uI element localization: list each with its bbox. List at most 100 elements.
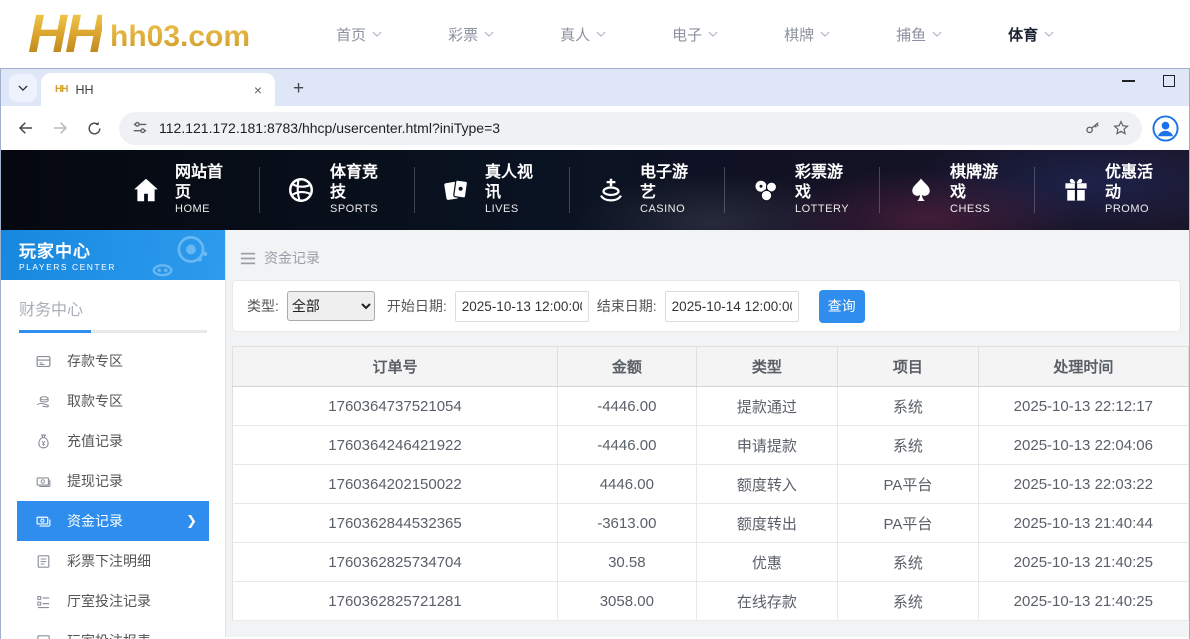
cell-type: 额度转出 [696,504,837,543]
bookmark-star-icon[interactable] [1112,119,1130,137]
url-text[interactable]: 112.121.172.181:8783/hhcp/usercenter.htm… [159,120,1074,136]
table-row: 176036282573470430.58优惠系统2025-10-13 21:4… [233,543,1189,582]
casino-nav-label-zh: 优惠活动 [1105,163,1163,203]
cell-processed-time: 2025-10-13 21:40:44 [978,504,1188,543]
profile-avatar-icon[interactable] [1152,115,1179,142]
cell-type: 优惠 [696,543,837,582]
cell-processed-time: 2025-10-13 22:12:17 [978,387,1188,426]
site-info-icon[interactable] [131,119,149,137]
casino-nav-label-zh: 真人视讯 [485,163,543,203]
playing-cards-icon [441,175,471,205]
sidebar-item[interactable]: 厅室投注记录 ❯ [1,581,225,621]
table-header-cell: 类型 [696,347,837,387]
sidebar-item-label: 存款专区 [67,351,123,371]
site-header: HH hh03.com 首页 彩票 真人 电子 棋牌 捕鱼 体育 [0,0,1190,68]
browser-tab[interactable]: HH HH × [41,73,275,106]
top-nav-label: 棋牌 [784,24,814,45]
new-tab-button[interactable]: + [285,78,312,100]
casino-nav-item[interactable]: 优惠活动 PROMO [1034,167,1189,213]
sidebar-item[interactable]: 取款专区 ❯ [1,381,225,421]
cell-amount: -3613.00 [558,504,697,543]
forward-icon[interactable] [45,113,75,143]
top-nav-item[interactable]: 彩票 [448,24,494,45]
cell-project: PA平台 [838,504,979,543]
cell-amount: 3058.00 [558,582,697,621]
type-select[interactable]: 全部 [287,291,375,321]
sidebar-item[interactable]: 资金记录 ❯ [17,501,209,541]
casino-nav-label-en: SPORTS [330,203,388,216]
tab-strip: HH HH × + [1,69,1189,106]
sidebar-item[interactable]: 玩家投注报表 ❯ [1,621,225,639]
breadcrumb-label: 资金记录 [264,248,320,268]
report-chart-icon [35,633,52,639]
casino-nav-label-en: LIVES [485,203,543,216]
top-nav-item[interactable]: 电子 [672,24,718,45]
cell-project: 系统 [838,543,979,582]
casino-nav-label-zh: 体育竞技 [330,163,388,203]
casino-nav-label-en: CASINO [640,203,698,216]
sidebar-item[interactable]: 彩票下注明细 ❯ [1,541,225,581]
list-icon [35,593,52,610]
sidebar-item-label: 彩票下注明细 [67,551,151,571]
top-nav-item[interactable]: 棋牌 [784,24,830,45]
password-key-icon[interactable] [1084,119,1102,137]
cell-processed-time: 2025-10-13 22:04:06 [978,426,1188,465]
window-maximize-button[interactable] [1163,75,1175,87]
table-row: 17603642021500224446.00额度转入PA平台2025-10-1… [233,465,1189,504]
cell-processed-time: 2025-10-13 21:40:25 [978,582,1188,621]
tab-search-button[interactable] [9,74,37,102]
chevron-right-icon: ❯ [186,513,197,529]
cell-order-number: 1760362825734704 [233,543,558,582]
address-bar[interactable]: 112.121.172.181:8783/hhcp/usercenter.htm… [119,112,1142,145]
sidebar-item[interactable]: 存款专区 ❯ [1,341,225,381]
sidebar-item-label: 资金记录 [67,511,123,531]
chevron-down-icon [708,29,718,39]
back-icon[interactable] [11,113,41,143]
cell-type: 申请提款 [696,426,837,465]
cell-order-number: 1760362825721281 [233,582,558,621]
top-nav-item[interactable]: 首页 [336,24,382,45]
cell-order-number: 1760364737521054 [233,387,558,426]
cell-project: 系统 [838,426,979,465]
window-controls [1122,75,1175,87]
sidebar-item[interactable]: 提现记录 ❯ [1,461,225,501]
cell-order-number: 1760362844532365 [233,504,558,543]
main-panel: 资金记录 类型: 全部 开始日期: 结束日期: 查询 订单号金额类型项目处理时间… [226,230,1189,637]
start-date-input[interactable] [455,291,589,322]
browser-toolbar: 112.121.172.181:8783/hhcp/usercenter.htm… [1,106,1189,150]
window-minimize-button[interactable] [1122,80,1135,82]
casino-nav-item[interactable]: 棋牌游戏 CHESS [879,167,1034,213]
browser-window: HH HH × + 112.121.172.181:8783/hhcp/user… [0,68,1190,639]
reload-icon[interactable] [79,113,109,143]
top-nav-label: 真人 [560,24,590,45]
end-date-input[interactable] [665,291,799,322]
casino-nav-label-zh: 彩票游戏 [795,163,853,203]
cell-project: PA平台 [838,465,979,504]
casino-nav-label-en: PROMO [1105,203,1163,216]
casino-nav-item[interactable]: 彩票游戏 LOTTERY [724,167,879,213]
casino-nav-item[interactable]: 网站首页 HOME [105,167,259,213]
tab-close-icon[interactable]: × [249,80,267,100]
search-button[interactable]: 查询 [819,290,865,323]
cash-icon [35,473,52,490]
sidebar-item-label: 充值记录 [67,431,123,451]
casino-nav-item[interactable]: 体育竞技 SPORTS [259,167,414,213]
top-nav-label: 首页 [336,24,366,45]
casino-nav-item[interactable]: 电子游艺 CASINO [569,167,724,213]
document-icon [35,553,52,570]
top-nav-label: 捕鱼 [896,24,926,45]
finance-center-heading: 财务中心 [1,280,225,320]
sidebar-item[interactable]: 充值记录 ❯ [1,421,225,461]
tab-favicon: HH [55,84,67,95]
casino-nav-item[interactable]: 真人视讯 LIVES [414,167,569,213]
top-nav-item[interactable]: 捕鱼 [896,24,942,45]
top-nav-item[interactable]: 真人 [560,24,606,45]
cell-amount: -4446.00 [558,426,697,465]
site-logo-domain: hh03.com [110,20,250,58]
spade-icon [906,175,936,205]
top-nav-item[interactable]: 体育 [1008,24,1054,45]
site-logo[interactable]: HH hh03.com [28,10,250,59]
casino-nav-label-zh: 网站首页 [175,163,233,203]
breadcrumb: 资金记录 [226,230,1189,268]
tab-title: HH [75,83,240,97]
